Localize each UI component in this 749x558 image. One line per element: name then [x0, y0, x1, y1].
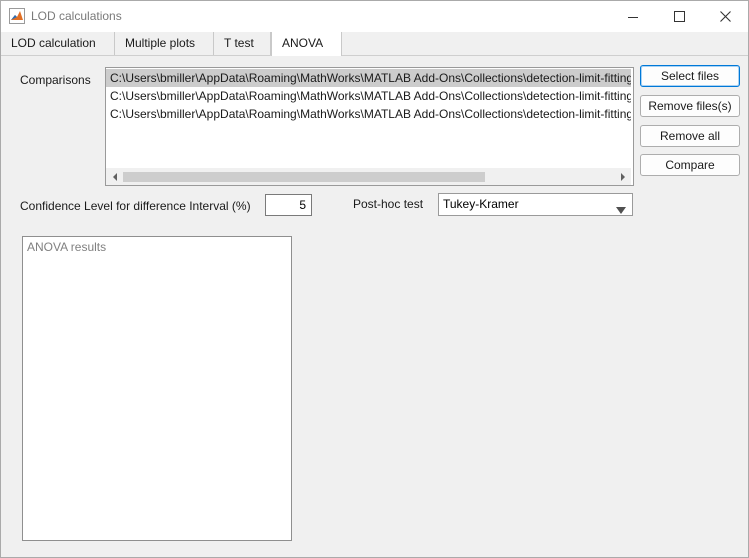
title-bar[interactable]: LOD calculations	[1, 1, 748, 32]
tab-strip: LOD calculation Multiple plots T test AN…	[1, 32, 748, 56]
comparisons-label: Comparisons	[20, 73, 91, 87]
app-window: LOD calculations LOD calculation Multipl…	[0, 0, 749, 558]
posthoc-selected-value: Tukey-Kramer	[443, 197, 519, 211]
matlab-icon	[9, 8, 25, 24]
tab-lod-calculation[interactable]: LOD calculation	[1, 32, 115, 55]
remove-all-button[interactable]: Remove all	[640, 125, 740, 147]
chevron-down-icon	[616, 201, 626, 214]
posthoc-test-label: Post-hoc test	[353, 197, 424, 211]
maximize-icon	[673, 11, 685, 22]
scrollbar-thumb[interactable]	[123, 172, 485, 182]
minimize-button[interactable]	[610, 1, 656, 32]
close-icon	[719, 11, 731, 22]
maximize-button[interactable]	[656, 1, 702, 32]
anova-panel: Comparisons C:\Users\bmiller\AppData\Roa…	[1, 56, 748, 557]
window-title: LOD calculations	[31, 9, 122, 23]
close-button[interactable]	[702, 1, 748, 32]
list-item[interactable]: C:\Users\bmiller\AppData\Roaming\MathWor…	[106, 87, 631, 105]
compare-button[interactable]: Compare	[640, 154, 740, 176]
tab-multiple-plots[interactable]: Multiple plots	[115, 32, 214, 55]
posthoc-test-dropdown[interactable]: Tukey-Kramer	[438, 193, 633, 216]
confidence-level-label: Confidence Level for difference Interval…	[20, 199, 251, 213]
horizontal-scrollbar[interactable]	[106, 168, 631, 185]
select-files-button[interactable]: Select files	[640, 65, 740, 87]
scroll-left-icon[interactable]	[106, 168, 123, 185]
tab-t-test[interactable]: T test	[214, 32, 271, 55]
scroll-right-icon[interactable]	[614, 168, 631, 185]
confidence-level-field[interactable]: 5	[265, 194, 312, 216]
tab-anova[interactable]: ANOVA	[271, 32, 342, 56]
anova-results-textarea[interactable]: ANOVA results	[22, 236, 292, 541]
remove-files-button[interactable]: Remove files(s)	[640, 95, 740, 117]
list-item[interactable]: C:\Users\bmiller\AppData\Roaming\MathWor…	[106, 69, 631, 87]
anova-results-placeholder: ANOVA results	[27, 240, 107, 254]
list-item[interactable]: C:\Users\bmiller\AppData\Roaming\MathWor…	[106, 105, 631, 123]
minimize-icon	[628, 12, 638, 22]
comparisons-listbox[interactable]: C:\Users\bmiller\AppData\Roaming\MathWor…	[105, 67, 634, 186]
